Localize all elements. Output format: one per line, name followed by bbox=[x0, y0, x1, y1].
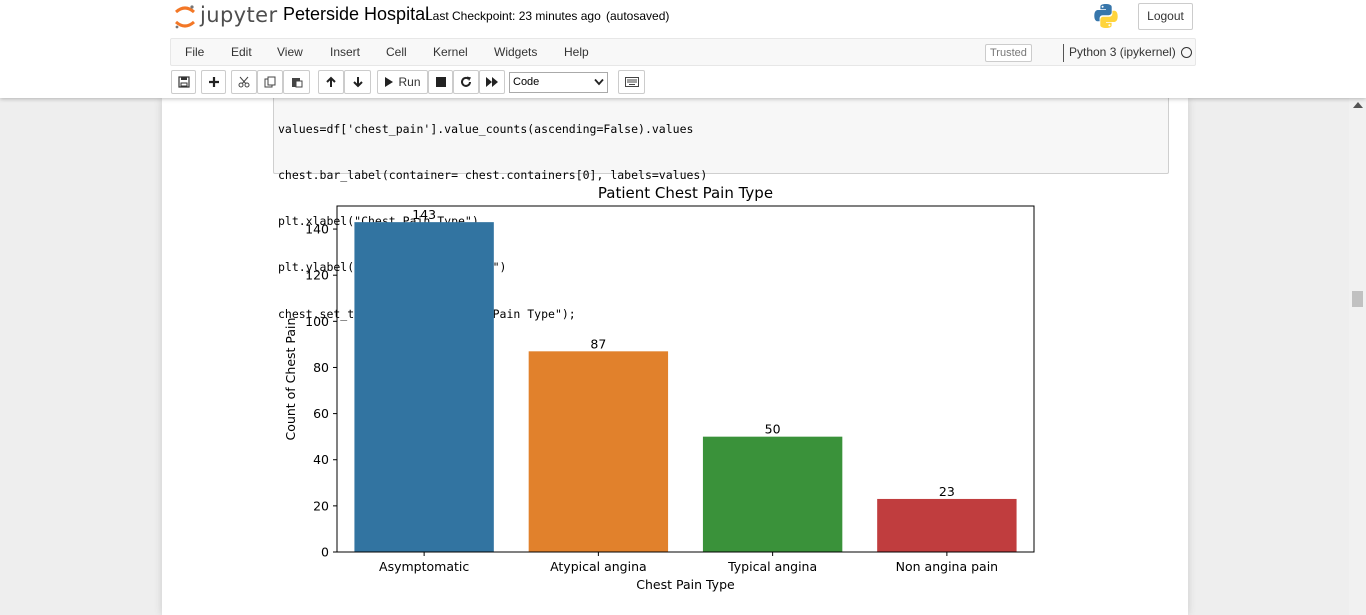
bar-data-label: 143 bbox=[412, 207, 436, 222]
y-tick-label: 60 bbox=[313, 406, 329, 421]
stop-icon bbox=[435, 77, 446, 87]
paste-icon bbox=[291, 78, 302, 88]
move-cell-up-button[interactable] bbox=[318, 70, 344, 94]
y-tick-label: 120 bbox=[305, 268, 329, 283]
y-axis-label: Count of Chest Pain bbox=[283, 318, 298, 441]
scroll-up-arrow-icon[interactable] bbox=[1353, 102, 1363, 108]
menubar: File Edit View Insert Cell Kernel Widget… bbox=[170, 38, 1196, 66]
menu-insert[interactable]: Insert bbox=[330, 45, 360, 59]
cut-button[interactable] bbox=[231, 70, 257, 94]
python-logo-icon bbox=[1094, 4, 1118, 28]
run-button-label: Run bbox=[398, 75, 421, 89]
vertical-scrollbar[interactable] bbox=[1349, 98, 1366, 615]
chart-bar bbox=[877, 498, 1017, 552]
paste-button[interactable] bbox=[283, 70, 310, 94]
copy-button[interactable] bbox=[257, 70, 283, 94]
restart-run-all-button[interactable] bbox=[479, 70, 505, 94]
cell-type-select[interactable]: Code bbox=[509, 72, 608, 93]
kernel-idle-indicator-icon bbox=[1181, 47, 1192, 58]
chart-bar bbox=[528, 351, 669, 552]
chart-bar bbox=[702, 436, 843, 552]
cell-type-value: Code bbox=[513, 76, 540, 88]
notebook-container: values=df['chest_pain'].value_counts(asc… bbox=[162, 98, 1188, 615]
play-icon bbox=[385, 77, 394, 87]
notebook-toolbar: Run Code bbox=[170, 70, 870, 96]
checkpoint-status: Last Checkpoint: 23 minutes ago bbox=[426, 9, 601, 23]
fast-forward-icon bbox=[486, 77, 498, 87]
menu-cell[interactable]: Cell bbox=[386, 45, 407, 59]
bar-data-label: 50 bbox=[765, 422, 781, 437]
x-tick-label: Atypical angina bbox=[550, 559, 647, 574]
kernel-name[interactable]: Python 3 (ipykernel) bbox=[1069, 45, 1176, 59]
bar-data-label: 23 bbox=[939, 484, 955, 499]
notebook-site[interactable]: values=df['chest_pain'].value_counts(asc… bbox=[0, 98, 1349, 615]
chart-title: Patient Chest Pain Type bbox=[598, 184, 773, 202]
refresh-icon bbox=[461, 76, 471, 87]
interrupt-kernel-button[interactable] bbox=[428, 70, 453, 94]
y-tick-label: 80 bbox=[313, 360, 329, 375]
save-button[interactable] bbox=[171, 70, 196, 94]
code-line: values=df['chest_pain'].value_counts(asc… bbox=[278, 121, 694, 136]
kernel-divider bbox=[1063, 44, 1064, 62]
jupyter-logo[interactable]: jupyter bbox=[174, 3, 277, 31]
floppy-disk-icon bbox=[177, 76, 190, 88]
y-tick-label: 140 bbox=[305, 222, 329, 237]
x-tick-label: Non angina pain bbox=[896, 559, 998, 574]
autosave-status: (autosaved) bbox=[606, 9, 670, 23]
copy-icon bbox=[264, 76, 276, 88]
scrollbar-thumb[interactable] bbox=[1352, 291, 1363, 307]
menu-edit[interactable]: Edit bbox=[231, 45, 252, 59]
code-cell-input[interactable]: values=df['chest_pain'].value_counts(asc… bbox=[273, 98, 1169, 321]
x-tick-label: Typical angina bbox=[727, 559, 817, 574]
menu-file[interactable]: File bbox=[185, 45, 204, 59]
bar-data-label: 87 bbox=[590, 336, 606, 351]
menu-view[interactable]: View bbox=[277, 45, 303, 59]
y-tick-label: 20 bbox=[313, 498, 329, 513]
arrow-up-icon bbox=[326, 76, 336, 87]
scissors-icon bbox=[238, 76, 250, 88]
menu-widgets[interactable]: Widgets bbox=[494, 45, 537, 59]
insert-cell-button[interactable] bbox=[201, 70, 226, 94]
y-tick-label: 0 bbox=[321, 545, 329, 560]
menu-help[interactable]: Help bbox=[564, 45, 589, 59]
chart-bar bbox=[354, 222, 494, 552]
x-tick-label: Asymptomatic bbox=[379, 559, 469, 574]
jupyter-logo-icon bbox=[175, 5, 195, 29]
command-palette-button[interactable] bbox=[618, 70, 645, 94]
chart-output: 143 Asymptomatic 87 Atypical angina 50 Typica… bbox=[283, 184, 1035, 592]
menu-kernel[interactable]: Kernel bbox=[433, 45, 468, 59]
notebook-header: jupyter Peterside Hospital Last Checkpoi… bbox=[0, 0, 1366, 98]
arrow-down-icon bbox=[352, 77, 363, 88]
y-tick-label: 100 bbox=[305, 314, 329, 329]
restart-kernel-button[interactable] bbox=[453, 70, 479, 94]
y-tick-label: 40 bbox=[313, 452, 329, 467]
trusted-badge[interactable]: Trusted bbox=[985, 44, 1032, 62]
jupyter-logo-text: jupyter bbox=[200, 3, 278, 27]
move-cell-down-button[interactable] bbox=[344, 70, 371, 94]
logout-button[interactable]: Logout bbox=[1138, 3, 1193, 30]
notebook-title[interactable]: Peterside Hospital bbox=[283, 4, 429, 25]
plus-icon bbox=[208, 77, 219, 87]
run-button[interactable]: Run bbox=[377, 70, 428, 94]
chevron-down-icon bbox=[594, 78, 604, 86]
x-axis-label: Chest Pain Type bbox=[636, 577, 735, 592]
keyboard-icon bbox=[624, 77, 639, 87]
